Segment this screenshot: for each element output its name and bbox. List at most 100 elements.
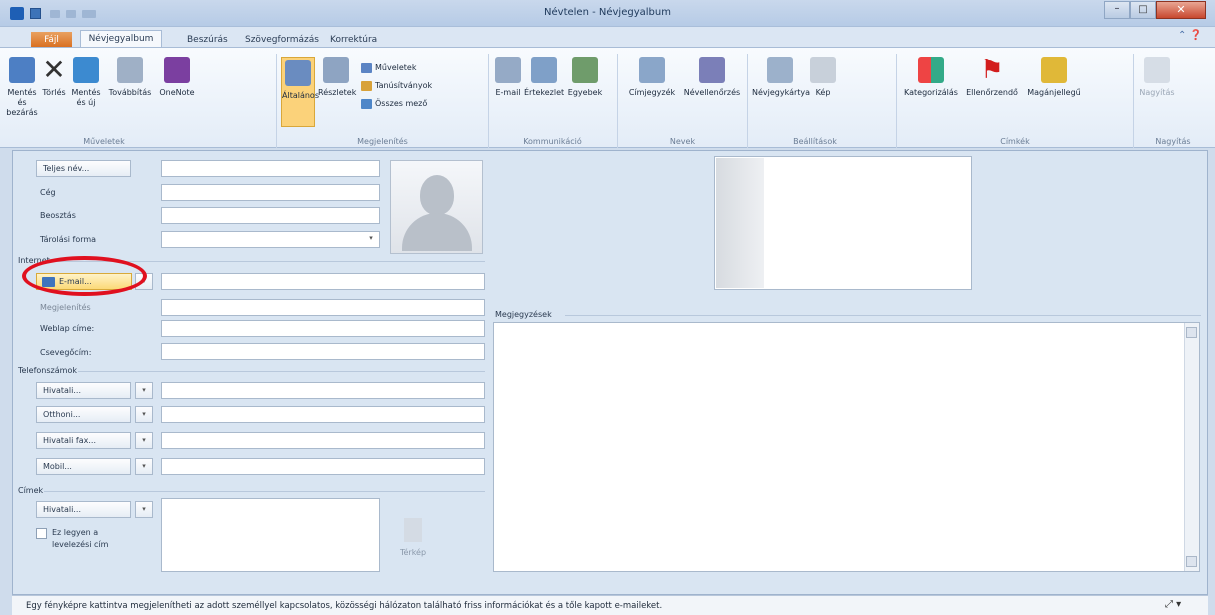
notes-scrollbar[interactable]: [1184, 323, 1199, 571]
map-icon: [404, 518, 422, 542]
group-label-actions: Műveletek: [83, 137, 125, 146]
forward-button[interactable]: Továbbítás: [105, 57, 155, 98]
follow-up-button[interactable]: ⚑ Ellenőrzendő: [962, 57, 1022, 98]
meeting-button[interactable]: Értekezlet: [524, 57, 564, 98]
magnifier-icon: [1144, 57, 1170, 83]
scroll-down-icon[interactable]: [1186, 556, 1197, 567]
details-icon: [323, 57, 349, 83]
home-phone-button[interactable]: Otthoni...: [36, 406, 131, 423]
mobile-phone-input[interactable]: [161, 458, 485, 475]
chevron-down-icon[interactable]: ▾: [135, 501, 153, 518]
group-label-tags: Címkék: [1000, 137, 1030, 146]
file-as-select[interactable]: [161, 231, 380, 248]
email-ribbon-button[interactable]: E-mail: [494, 57, 522, 98]
email-icon: [495, 57, 521, 83]
display-as-label: Megjelenítés: [40, 303, 91, 312]
home-phone-input[interactable]: [161, 406, 485, 423]
webpage-input[interactable]: [161, 320, 485, 337]
section-divider: [78, 371, 485, 372]
group-label-zoom: Nagyítás: [1155, 137, 1191, 146]
maximize-button[interactable]: □: [1130, 1, 1156, 19]
person-silhouette-head: [420, 175, 454, 215]
categorize-icon: [918, 57, 944, 83]
full-name-button[interactable]: Teljes név...: [36, 160, 131, 177]
group-separator: [896, 54, 897, 148]
im-input[interactable]: [161, 343, 485, 360]
company-input[interactable]: [161, 184, 380, 201]
private-button[interactable]: Magánjellegű: [1023, 57, 1085, 98]
tab-szovegformazas[interactable]: Szövegformázás: [245, 33, 319, 47]
address-book-icon: [639, 57, 665, 83]
minimize-button[interactable]: –: [1104, 1, 1130, 19]
display-as-input[interactable]: [161, 299, 485, 316]
file-as-label: Tárolási forma: [40, 235, 97, 244]
email-input[interactable]: [161, 273, 485, 290]
business-fax-button[interactable]: Hivatali fax...: [36, 432, 131, 449]
categorize-button[interactable]: Kategorizálás: [901, 57, 961, 98]
im-label: Csevegőcím:: [40, 348, 92, 357]
chevron-down-icon[interactable]: ▾: [362, 231, 380, 248]
people-pane-text: Egy fényképre kattintva megjelenítheti a…: [26, 601, 663, 611]
job-title-label: Beosztás: [40, 211, 76, 220]
group-label-show: Megjelenítés: [357, 137, 408, 146]
map-button[interactable]: Térkép: [388, 502, 438, 566]
people-pane-expand-icon[interactable]: ⤢ ▾: [1165, 599, 1181, 610]
save-new-button[interactable]: Mentés és új: [70, 57, 102, 108]
phones-section-label: Telefonszámok: [18, 366, 77, 375]
follow-up-flag-icon: ⚑: [980, 55, 1004, 85]
zoom-button[interactable]: Nagyítás: [1138, 57, 1176, 98]
address-textarea[interactable]: [161, 498, 380, 572]
section-divider: [565, 315, 1201, 316]
notes-textarea[interactable]: [493, 322, 1200, 572]
delete-button[interactable]: ✕ Törlés: [40, 53, 68, 98]
mailing-address-label-line1: Ez legyen a: [52, 528, 99, 537]
check-names-icon: [699, 57, 725, 83]
address-book-button[interactable]: Címjegyzék: [622, 57, 682, 98]
tab-korrektura[interactable]: Korrektúra: [330, 33, 377, 47]
business-card-button[interactable]: Névjegykártya: [752, 57, 810, 98]
group-label-options: Beállítások: [793, 137, 837, 146]
job-title-input[interactable]: [161, 207, 380, 224]
forward-icon: [117, 57, 143, 83]
business-card-image: [716, 158, 764, 288]
more-button[interactable]: Egyebek: [566, 57, 604, 98]
delete-icon: ✕: [42, 53, 66, 86]
tab-file[interactable]: Fájl: [31, 32, 72, 48]
certificates-button[interactable]: Tanúsítványok: [361, 79, 432, 92]
general-icon: [285, 60, 311, 86]
notes-label: Megjegyzések: [495, 310, 552, 319]
chevron-down-icon[interactable]: ▾: [135, 432, 153, 449]
picture-button[interactable]: Kép: [810, 57, 836, 98]
more-icon: [572, 57, 598, 83]
window-title: Névtelen - Névjegyalbum: [544, 7, 671, 18]
group-separator: [276, 54, 277, 148]
check-names-button[interactable]: Névellenőrzés: [682, 57, 742, 98]
help-icon[interactable]: ⌃ ❓: [1178, 30, 1202, 41]
activities-button[interactable]: Műveletek: [361, 61, 416, 74]
chevron-down-icon[interactable]: ▾: [135, 458, 153, 475]
chevron-down-icon[interactable]: ▾: [135, 406, 153, 423]
address-type-button[interactable]: Hivatali...: [36, 501, 131, 518]
all-fields-icon: [361, 98, 372, 109]
business-fax-input[interactable]: [161, 432, 485, 449]
tab-beszuras[interactable]: Beszúrás: [187, 33, 228, 47]
all-fields-button[interactable]: Összes mező: [361, 97, 427, 110]
general-button[interactable]: Általános: [281, 57, 319, 127]
scroll-up-icon[interactable]: [1186, 327, 1197, 338]
save-close-button[interactable]: Mentés és bezárás: [4, 57, 40, 118]
picture-icon: [810, 57, 836, 83]
details-button[interactable]: Részletek: [318, 57, 356, 98]
mobile-phone-button[interactable]: Mobil...: [36, 458, 131, 475]
chevron-down-icon[interactable]: ▾: [135, 382, 153, 399]
tab-nevjegyalbum[interactable]: Névjegyalbum: [80, 30, 162, 48]
save-new-icon: [73, 57, 99, 83]
full-name-input[interactable]: [161, 160, 380, 177]
business-phone-button[interactable]: Hivatali...: [36, 382, 131, 399]
close-button[interactable]: ✕: [1156, 1, 1206, 19]
business-phone-input[interactable]: [161, 382, 485, 399]
email-highlight-circle: [22, 256, 147, 296]
onenote-button[interactable]: OneNote: [157, 57, 197, 98]
group-separator: [617, 54, 618, 148]
mailing-address-checkbox[interactable]: [36, 528, 47, 539]
business-card-icon: [767, 57, 793, 83]
